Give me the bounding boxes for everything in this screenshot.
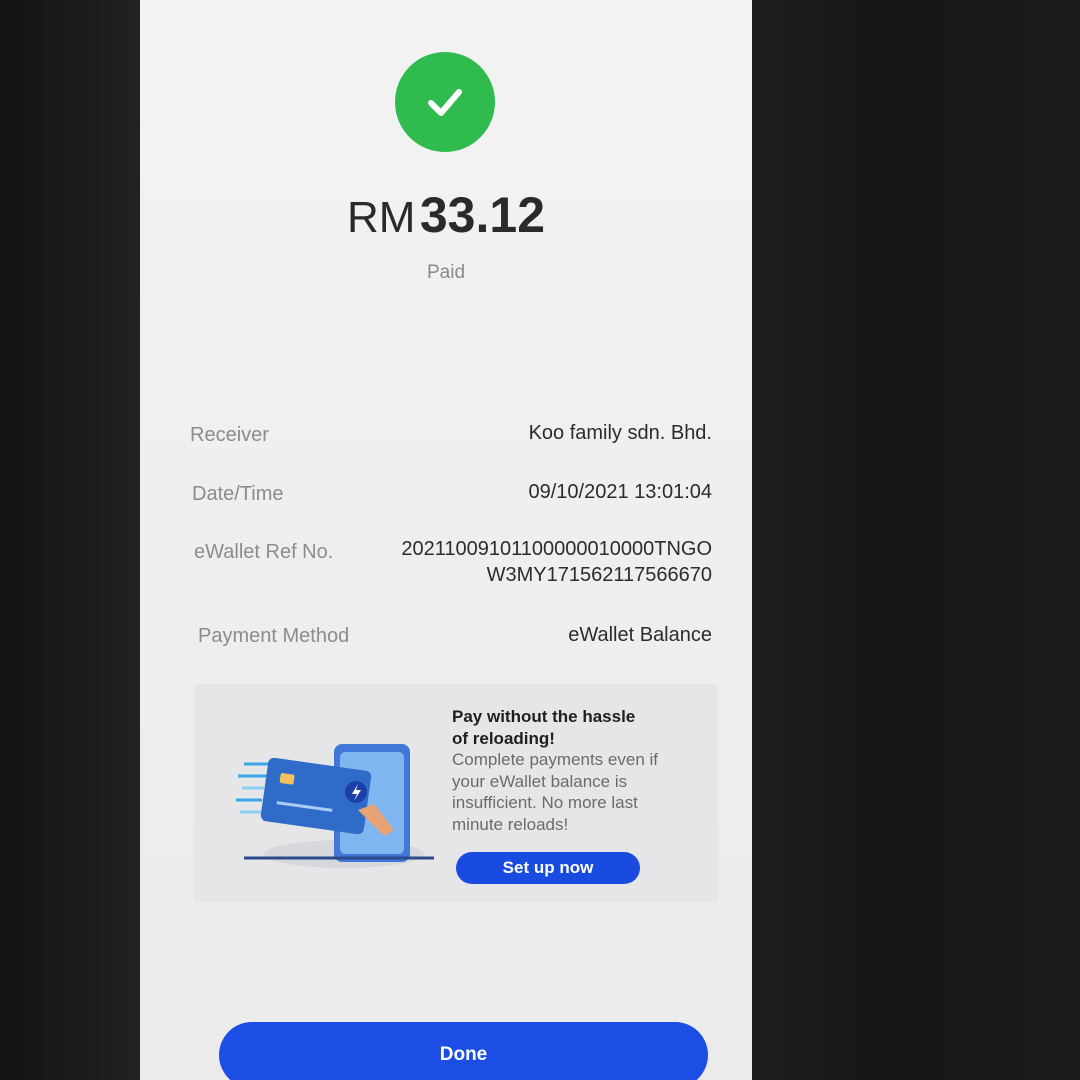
- amount-value: 33.12: [419, 187, 545, 243]
- ref-value-line-1: 20211009101100000010000TNGO: [401, 538, 712, 560]
- amount-currency: RM: [346, 193, 416, 242]
- payment-result-screen: RM 33.12 Paid Receiver Koo family sdn. B…: [140, 0, 752, 1080]
- promo-title-line-2: of reloading!: [452, 729, 555, 748]
- receiver-label: Receiver: [190, 424, 269, 446]
- set-up-now-button[interactable]: Set up now: [456, 852, 640, 884]
- ref-value: 20211009101100000010000TNGO W3MY17156211…: [401, 536, 712, 588]
- card-phone-illustration-icon: [236, 744, 434, 868]
- receiver-value: Koo family sdn. Bhd.: [528, 422, 712, 444]
- phone-bezel-left: [0, 0, 150, 1080]
- promo-desc-line-3: insufficient. No more last: [452, 793, 638, 812]
- promo-title-line-1: Pay without the hassle: [452, 707, 636, 726]
- datetime-label: Date/Time: [192, 483, 284, 505]
- promo-title: Pay without the hassle of reloading!: [452, 706, 702, 750]
- promo-banner[interactable]: Pay without the hassle of reloading! Com…: [194, 684, 718, 902]
- ref-value-line-2: W3MY171562117566670: [486, 564, 712, 586]
- ref-label: eWallet Ref No.: [194, 541, 334, 563]
- promo-desc-line-2: your eWallet balance is: [452, 771, 628, 791]
- payment-amount: RM 33.12: [140, 186, 752, 244]
- done-button[interactable]: Done: [219, 1022, 708, 1080]
- payment-method-label: Payment Method: [198, 625, 350, 647]
- phone-bezel-right: [748, 0, 1080, 1080]
- promo-desc-line-1: Complete payments even if: [452, 750, 658, 769]
- datetime-value: 09/10/2021 13:01:04: [528, 481, 712, 503]
- payment-method-value: eWallet Balance: [568, 624, 712, 646]
- success-check-icon: [395, 52, 495, 152]
- promo-description: Complete payments even if your eWallet b…: [452, 749, 697, 835]
- promo-desc-line-4: minute reloads!: [452, 814, 569, 834]
- payment-status: Paid: [426, 262, 466, 283]
